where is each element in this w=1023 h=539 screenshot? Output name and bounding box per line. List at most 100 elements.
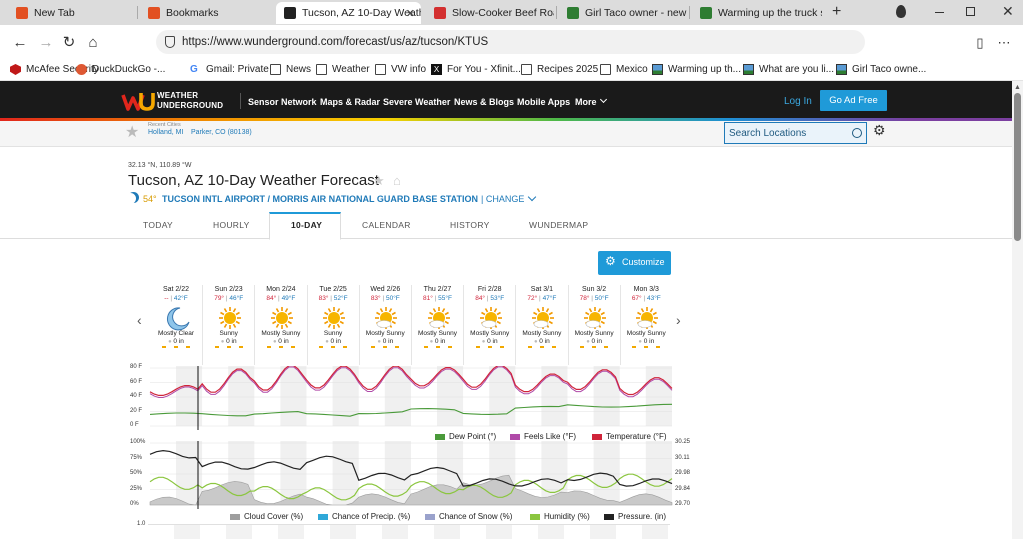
tab-favicon-icon <box>700 7 712 19</box>
login-link[interactable]: Log In <box>784 96 812 107</box>
tab-favicon-icon <box>16 7 28 19</box>
legend-item[interactable]: Pressure. (in) <box>604 512 666 521</box>
next-chart-frame <box>148 524 670 539</box>
search-locations-input[interactable]: Search Locations <box>724 122 867 144</box>
tab-history[interactable]: HISTORY <box>450 220 490 230</box>
browser-tab[interactable]: New Tab <box>8 2 134 24</box>
nav-mobile-apps[interactable]: Mobile Apps <box>517 97 570 107</box>
favorite-title-star-icon[interactable]: ★ <box>373 173 385 189</box>
nav-news-blogs[interactable]: News & Blogs <box>454 97 514 107</box>
locate-icon[interactable] <box>852 128 862 138</box>
restore-icon[interactable] <box>966 7 975 16</box>
bookmark-item[interactable]: What are you li... <box>743 64 834 75</box>
nav-severe-weather[interactable]: Severe Weather <box>383 97 450 107</box>
wu-logo-icon <box>121 93 155 111</box>
bookmark-item[interactable]: X For You - Xfinit... <box>431 64 521 75</box>
new-tab-button[interactable]: + <box>832 3 841 21</box>
scroll-up-icon[interactable]: ▲ <box>1014 84 1021 91</box>
uv-bar <box>499 346 504 348</box>
nav-more[interactable]: More <box>575 97 597 107</box>
bookmark-item[interactable]: G Gmail: Private <box>190 64 269 75</box>
bookmark-item[interactable]: VW info <box>375 64 426 75</box>
day-column[interactable]: Fri 2/28 84° | 53°F Mostly Sunny ● 0 in <box>463 285 515 365</box>
minimize-icon[interactable] <box>935 12 944 13</box>
day-column[interactable]: Sat 2/22 -- | 42°F Mostly Clear ● 0 in <box>150 285 202 365</box>
recent-city-1[interactable]: Holland, MI <box>148 129 183 136</box>
bookmark-item[interactable]: News <box>270 64 311 75</box>
legend-item[interactable]: Temperature (°F) <box>592 432 667 441</box>
chevron-down-icon[interactable] <box>527 192 537 202</box>
browser-tab[interactable]: Tucson, AZ 10-Day Weath ✕ <box>276 2 421 24</box>
tab-favicon-icon <box>284 7 296 19</box>
bookmark-item[interactable]: Warming up th... <box>652 64 741 75</box>
bookmark-item[interactable]: Recipes 2025 <box>521 64 598 75</box>
legend-item[interactable]: Chance of Snow (%) <box>425 512 512 521</box>
nav-sensor-network[interactable]: Sensor Network <box>248 97 317 107</box>
browser-tab[interactable]: Warming up the truck sti <box>692 2 822 24</box>
recent-cities-bar: ★ Recent Cities Holland, MI Parker, CO (… <box>0 121 1012 147</box>
day-column[interactable]: Thu 2/27 81° | 55°F Mostly Sunny ● 0 in <box>411 285 463 365</box>
tab-hourly[interactable]: HOURLY <box>213 220 250 230</box>
recent-city-2[interactable]: Parker, CO (80138) <box>191 129 252 136</box>
page-scrollbar[interactable]: ▲ <box>1012 81 1023 539</box>
split-screen-icon[interactable]: ▯ <box>970 33 990 53</box>
bookmark-item[interactable]: Mexico <box>600 64 648 75</box>
bookmark-item[interactable]: Weather <box>316 64 370 75</box>
back-icon[interactable]: ← <box>10 33 30 53</box>
legend-item[interactable]: Cloud Cover (%) <box>230 512 303 521</box>
home-location-icon[interactable]: ⌂ <box>393 173 401 188</box>
change-station-link[interactable]: | CHANGE <box>481 194 524 204</box>
bookmark-item[interactable]: Girl Taco owne... <box>836 64 926 75</box>
site-info-icon[interactable] <box>165 36 175 48</box>
nav-maps-radar[interactable]: Maps & Radar <box>320 97 380 107</box>
tab-calendar[interactable]: CALENDAR <box>362 220 411 230</box>
customize-button[interactable]: ⚙ Customize <box>598 251 671 275</box>
uv-bar <box>186 346 190 348</box>
more-menu-icon[interactable]: ⋯ <box>994 33 1014 53</box>
day-column[interactable]: Sat 3/1 72° | 47°F Mostly Sunny ● 0 in <box>515 285 567 365</box>
flame-icon[interactable] <box>896 5 906 18</box>
bookmark-item[interactable]: DuckDuckGo -... <box>76 64 165 75</box>
legend-item[interactable]: Feels Like (°F) <box>510 432 576 441</box>
tab-favicon-icon <box>567 7 579 19</box>
legend-item[interactable]: Dew Point (°) <box>435 432 496 441</box>
day-column[interactable]: Mon 2/24 84° | 49°F Mostly Sunny ● 0 in <box>254 285 306 365</box>
forward-icon[interactable]: → <box>36 33 56 53</box>
reload-icon[interactable]: ↻ <box>59 33 79 53</box>
day-column[interactable]: Wed 2/26 83° | 50°F Mostly Sunny ● 0 in <box>358 285 411 365</box>
next-days-chevron-icon[interactable]: › <box>676 312 681 328</box>
browser-tab[interactable]: Slow-Cooker Beef Roast <box>426 2 554 24</box>
tab-close-icon[interactable]: ✕ <box>406 7 415 20</box>
day-high: 78° <box>579 295 590 302</box>
legend-label: Feels Like (°F) <box>524 432 577 441</box>
day-column[interactable]: Mon 3/3 67° | 43°F Mostly Sunny ● 0 in <box>619 285 672 365</box>
tab-title: Slow-Cooker Beef Roast <box>452 7 554 19</box>
y-tick-label: 60 F <box>130 378 143 385</box>
scroll-thumb[interactable] <box>1014 93 1021 241</box>
station-link[interactable]: TUCSON INTL AIRPORT / MORRIS AIR NATIONA… <box>162 194 478 204</box>
legend-item[interactable]: Humidity (%) <box>530 512 590 521</box>
browser-tab[interactable]: Girl Taco owner - new to <box>559 2 687 24</box>
legend-item[interactable]: Chance of Precip. (%) <box>318 512 410 521</box>
go-ad-free-button[interactable]: Go Ad Free <box>820 90 887 111</box>
home-icon[interactable]: ⌂ <box>83 33 103 53</box>
url-bar[interactable]: https://www.wunderground.com/forecast/us… <box>156 30 865 54</box>
wu-logo[interactable]: WEATHER UNDERGROUND <box>121 89 231 113</box>
sun-icon <box>270 306 293 329</box>
prev-days-chevron-icon[interactable]: ‹ <box>137 312 142 328</box>
tab-wundermap[interactable]: WUNDERMAP <box>529 220 588 230</box>
browser-tab[interactable]: Bookmarks <box>140 2 266 24</box>
day-temps: 84° | 49°F <box>255 295 306 302</box>
precip-amount: 0 in <box>591 338 602 345</box>
uv-bar <box>475 346 480 348</box>
tab-10day[interactable]: 10-DAY <box>291 220 322 230</box>
day-column[interactable]: Tue 2/25 83° | 52°F Sunny ● 0 in <box>306 285 359 365</box>
day-column[interactable]: Sun 3/2 78° | 50°F Mostly Sunny ● 0 in <box>567 285 620 365</box>
favorite-star-icon[interactable]: ★ <box>125 122 139 142</box>
settings-gear-icon[interactable]: ⚙ <box>873 122 886 139</box>
day-column[interactable]: Sun 2/23 79° | 46°F Sunny ● 0 in <box>202 285 254 365</box>
more-chevron-icon[interactable] <box>599 95 608 104</box>
tab-today[interactable]: TODAY <box>143 220 173 230</box>
uv-bar <box>226 346 231 348</box>
close-window-icon[interactable]: ✕ <box>1002 3 1014 20</box>
